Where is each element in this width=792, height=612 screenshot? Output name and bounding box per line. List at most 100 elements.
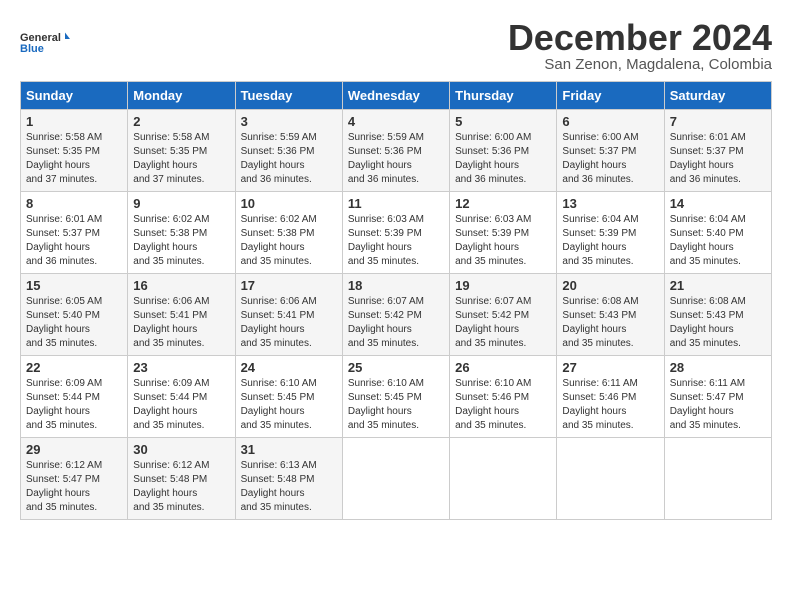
- table-cell: 21Sunrise: 6:08 AMSunset: 5:43 PMDayligh…: [664, 274, 771, 356]
- table-cell: 24Sunrise: 6:10 AMSunset: 5:45 PMDayligh…: [235, 356, 342, 438]
- day-number: 15: [26, 278, 122, 293]
- table-cell: 14 Sunrise: 6:04 AMSunset: 5:40 PMDayligh…: [664, 192, 771, 274]
- table-cell: 3 Sunrise: 5:59 AMSunset: 5:36 PMDaylight…: [235, 110, 342, 192]
- day-number: 25: [348, 360, 444, 375]
- day-number: 26: [455, 360, 551, 375]
- day-info: Sunrise: 6:10 AMSunset: 5:45 PMDaylight …: [241, 377, 337, 433]
- day-info: Sunrise: 6:12 AMSunset: 5:47 PMDaylight …: [26, 459, 122, 515]
- calendar-subtitle: San Zenon, Magdalena, Colombia: [508, 56, 772, 73]
- table-cell: [450, 438, 557, 520]
- day-number: 31: [241, 442, 337, 457]
- day-info: Sunrise: 6:13 AMSunset: 5:48 PMDaylight …: [241, 459, 337, 515]
- table-cell: 12Sunrise: 6:03 AMSunset: 5:39 PMDayligh…: [450, 192, 557, 274]
- table-cell: 16 Sunrise: 6:06 AMSunset: 5:41 PMDayligh…: [128, 274, 235, 356]
- day-number: 9: [133, 196, 229, 211]
- day-info: Sunrise: 6:01 AMSunset: 5:37 PMDaylight …: [26, 213, 122, 269]
- day-info: Sunrise: 6:06 AMSunset: 5:41 PMDaylight …: [241, 295, 337, 351]
- day-number: 28: [670, 360, 766, 375]
- table-cell: 1 Sunrise: 5:58 AMSunset: 5:35 PMDaylight…: [21, 110, 128, 192]
- table-row: 15 Sunrise: 6:05 AMSunset: 5:40 PMDayligh…: [21, 274, 772, 356]
- day-info: Sunrise: 6:04 AMSunset: 5:40 PMDaylight …: [670, 213, 766, 269]
- table-cell: 31 Sunrise: 6:13 AMSunset: 5:48 PMDayligh…: [235, 438, 342, 520]
- day-info: Sunrise: 6:02 AMSunset: 5:38 PMDaylight …: [133, 213, 229, 269]
- day-info: Sunrise: 5:59 AMSunset: 5:36 PMDaylight …: [241, 131, 337, 187]
- col-monday: Monday: [128, 82, 235, 110]
- table-cell: 26 Sunrise: 6:10 AMSunset: 5:46 PMDayligh…: [450, 356, 557, 438]
- table-cell: 30 Sunrise: 6:12 AMSunset: 5:48 PMDayligh…: [128, 438, 235, 520]
- table-cell: 22Sunrise: 6:09 AMSunset: 5:44 PMDayligh…: [21, 356, 128, 438]
- table-cell: 2 Sunrise: 5:58 AMSunset: 5:35 PMDaylight…: [128, 110, 235, 192]
- day-info: Sunrise: 6:09 AMSunset: 5:44 PMDaylight …: [26, 377, 122, 433]
- table-cell: 17 Sunrise: 6:06 AMSunset: 5:41 PMDayligh…: [235, 274, 342, 356]
- table-cell: [342, 438, 449, 520]
- day-info: Sunrise: 6:00 AMSunset: 5:36 PMDaylight …: [455, 131, 551, 187]
- day-info: Sunrise: 5:58 AMSunset: 5:35 PMDaylight …: [26, 131, 122, 187]
- table-row: 29 Sunrise: 6:12 AMSunset: 5:47 PMDayligh…: [21, 438, 772, 520]
- table-row: 1 Sunrise: 5:58 AMSunset: 5:35 PMDaylight…: [21, 110, 772, 192]
- logo-svg: General Blue: [20, 20, 70, 65]
- table-cell: 23 Sunrise: 6:09 AMSunset: 5:44 PMDayligh…: [128, 356, 235, 438]
- day-number: 7: [670, 114, 766, 129]
- table-cell: 13Sunrise: 6:04 AMSunset: 5:39 PMDayligh…: [557, 192, 664, 274]
- col-wednesday: Wednesday: [342, 82, 449, 110]
- calendar-table: Sunday Monday Tuesday Wednesday Thursday…: [20, 81, 772, 520]
- day-info: Sunrise: 6:08 AMSunset: 5:43 PMDaylight …: [562, 295, 658, 351]
- table-cell: 20 Sunrise: 6:08 AMSunset: 5:43 PMDayligh…: [557, 274, 664, 356]
- logo: General Blue: [20, 20, 70, 65]
- day-number: 16: [133, 278, 229, 293]
- day-info: Sunrise: 6:09 AMSunset: 5:44 PMDaylight …: [133, 377, 229, 433]
- day-number: 5: [455, 114, 551, 129]
- table-cell: 8Sunrise: 6:01 AMSunset: 5:37 PMDaylight…: [21, 192, 128, 274]
- day-info: Sunrise: 6:10 AMSunset: 5:45 PMDaylight …: [348, 377, 444, 433]
- day-number: 1: [26, 114, 122, 129]
- day-number: 10: [241, 196, 337, 211]
- col-thursday: Thursday: [450, 82, 557, 110]
- table-row: 22Sunrise: 6:09 AMSunset: 5:44 PMDayligh…: [21, 356, 772, 438]
- table-cell: 10Sunrise: 6:02 AMSunset: 5:38 PMDayligh…: [235, 192, 342, 274]
- day-number: 2: [133, 114, 229, 129]
- day-info: Sunrise: 6:10 AMSunset: 5:46 PMDaylight …: [455, 377, 551, 433]
- col-friday: Friday: [557, 82, 664, 110]
- day-number: 29: [26, 442, 122, 457]
- table-cell: 5 Sunrise: 6:00 AMSunset: 5:36 PMDaylight…: [450, 110, 557, 192]
- day-info: Sunrise: 6:07 AMSunset: 5:42 PMDaylight …: [348, 295, 444, 351]
- day-number: 27: [562, 360, 658, 375]
- day-number: 14: [670, 196, 766, 211]
- col-sunday: Sunday: [21, 82, 128, 110]
- day-info: Sunrise: 6:04 AMSunset: 5:39 PMDaylight …: [562, 213, 658, 269]
- svg-text:Blue: Blue: [20, 43, 44, 55]
- page-container: General Blue December 2024 San Zenon, Ma…: [20, 20, 772, 520]
- day-info: Sunrise: 5:58 AMSunset: 5:35 PMDaylight …: [133, 131, 229, 187]
- day-number: 30: [133, 442, 229, 457]
- table-cell: 15 Sunrise: 6:05 AMSunset: 5:40 PMDayligh…: [21, 274, 128, 356]
- day-number: 3: [241, 114, 337, 129]
- day-info: Sunrise: 6:05 AMSunset: 5:40 PMDaylight …: [26, 295, 122, 351]
- day-info: Sunrise: 6:08 AMSunset: 5:43 PMDaylight …: [670, 295, 766, 351]
- table-cell: 6 Sunrise: 6:00 AMSunset: 5:37 PMDaylight…: [557, 110, 664, 192]
- day-number: 19: [455, 278, 551, 293]
- day-info: Sunrise: 6:00 AMSunset: 5:37 PMDaylight …: [562, 131, 658, 187]
- day-info: Sunrise: 6:07 AMSunset: 5:42 PMDaylight …: [455, 295, 551, 351]
- title-area: December 2024 San Zenon, Magdalena, Colo…: [508, 20, 772, 73]
- day-number: 17: [241, 278, 337, 293]
- header: General Blue December 2024 San Zenon, Ma…: [20, 20, 772, 73]
- table-cell: 29 Sunrise: 6:12 AMSunset: 5:47 PMDayligh…: [21, 438, 128, 520]
- day-number: 4: [348, 114, 444, 129]
- header-row: Sunday Monday Tuesday Wednesday Thursday…: [21, 82, 772, 110]
- day-number: 23: [133, 360, 229, 375]
- col-saturday: Saturday: [664, 82, 771, 110]
- day-number: 6: [562, 114, 658, 129]
- table-cell: 7Sunrise: 6:01 AMSunset: 5:37 PMDaylight…: [664, 110, 771, 192]
- table-cell: 19 Sunrise: 6:07 AMSunset: 5:42 PMDayligh…: [450, 274, 557, 356]
- day-info: Sunrise: 6:11 AMSunset: 5:46 PMDaylight …: [562, 377, 658, 433]
- day-number: 12: [455, 196, 551, 211]
- day-info: Sunrise: 6:06 AMSunset: 5:41 PMDaylight …: [133, 295, 229, 351]
- col-tuesday: Tuesday: [235, 82, 342, 110]
- svg-text:General: General: [20, 32, 61, 44]
- day-info: Sunrise: 6:12 AMSunset: 5:48 PMDaylight …: [133, 459, 229, 515]
- day-number: 11: [348, 196, 444, 211]
- day-number: 20: [562, 278, 658, 293]
- day-info: Sunrise: 6:03 AMSunset: 5:39 PMDaylight …: [348, 213, 444, 269]
- table-row: 8Sunrise: 6:01 AMSunset: 5:37 PMDaylight…: [21, 192, 772, 274]
- day-info: Sunrise: 6:11 AMSunset: 5:47 PMDaylight …: [670, 377, 766, 433]
